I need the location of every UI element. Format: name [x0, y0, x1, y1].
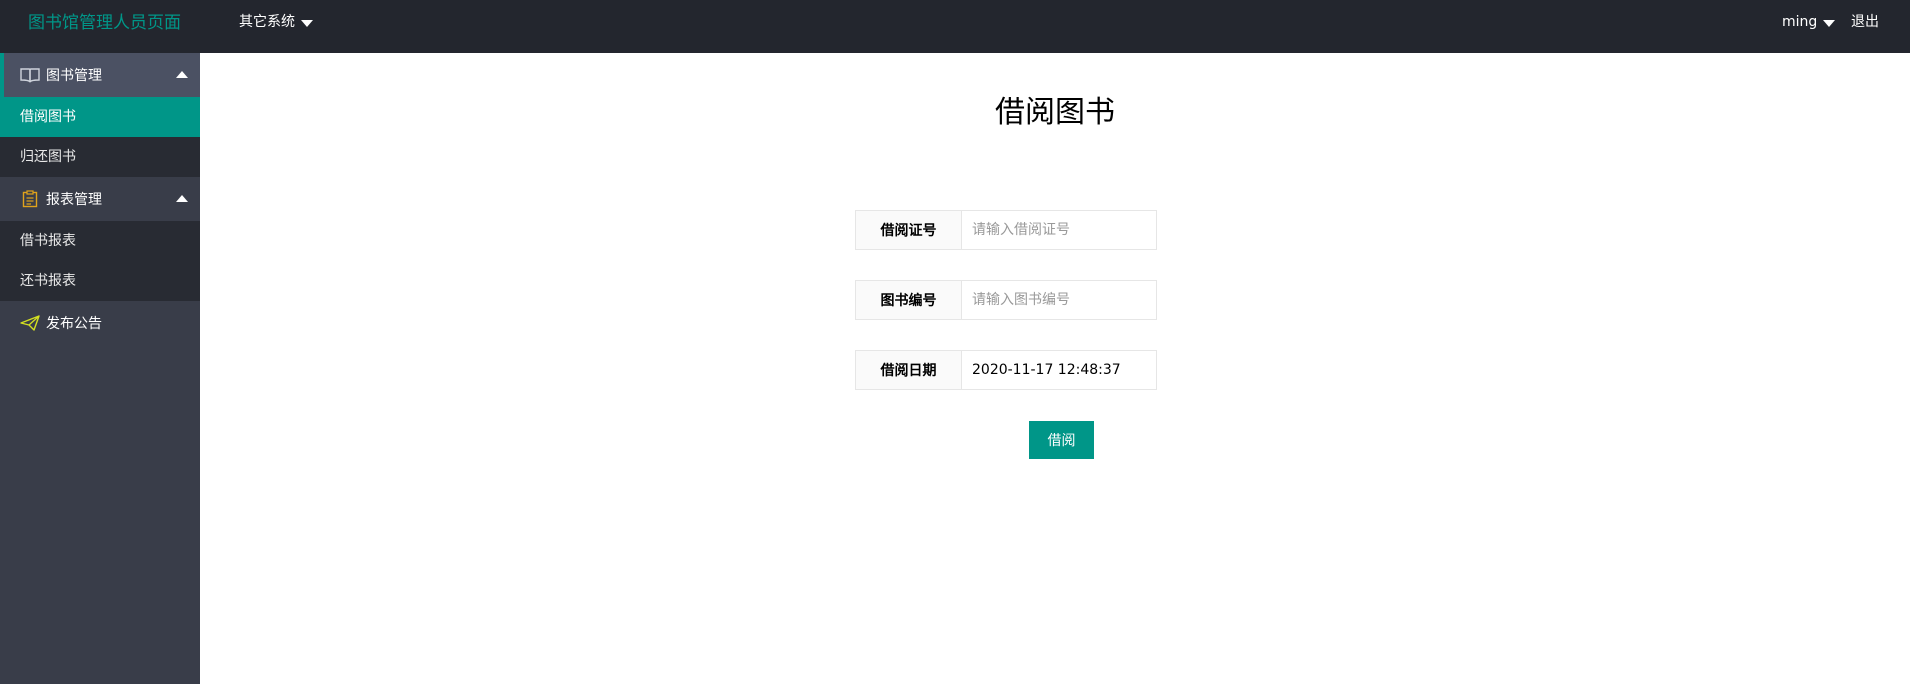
book-number-label: 图书编号: [856, 281, 962, 319]
other-system-label: 其它系统: [239, 14, 295, 30]
borrow-date-input[interactable]: [962, 351, 1156, 389]
sidebar-item-return-book[interactable]: 归还图书: [0, 137, 200, 177]
book-number-input[interactable]: [962, 281, 1156, 319]
sidebar-item-label: 发布公告: [46, 316, 102, 332]
sidebar-item-borrow-report[interactable]: 借书报表: [0, 221, 200, 261]
borrow-submit-button[interactable]: 借阅: [1029, 421, 1094, 459]
sidebar-item-return-report[interactable]: 还书报表: [0, 261, 200, 301]
submenu-report-management: 借书报表 还书报表: [0, 221, 200, 301]
username: ming: [1782, 14, 1818, 30]
book-icon: [20, 66, 40, 84]
sidebar-group-book-management[interactable]: 图书管理: [0, 53, 200, 97]
user-menu[interactable]: ming: [1782, 0, 1836, 45]
form-row-borrow-date: 借阅日期: [855, 350, 1157, 390]
main-content: 借阅图书 借阅证号 图书编号 借阅日期 借阅: [200, 53, 1910, 684]
top-header: 图书馆管理人员页面 其它系统 ming 退出: [0, 0, 1910, 53]
submenu-book-management: 借阅图书 归还图书: [0, 97, 200, 177]
borrow-date-label: 借阅日期: [856, 351, 962, 389]
sidebar-group-label: 报表管理: [46, 192, 102, 208]
chevron-down-icon: [1823, 20, 1836, 27]
form-row-card-number: 借阅证号: [855, 210, 1157, 250]
chevron-up-icon: [176, 195, 188, 202]
app-logo[interactable]: 图书馆管理人员页面: [28, 0, 181, 47]
other-system-menu[interactable]: 其它系统: [239, 0, 313, 45]
sidebar-group-label: 图书管理: [46, 68, 102, 84]
chevron-down-icon: [301, 20, 313, 27]
card-number-label: 借阅证号: [856, 211, 962, 249]
sidebar: 图书管理 借阅图书 归还图书 报表管理 借书报表 还书报表 发布公告: [0, 53, 200, 684]
clipboard-icon: [20, 190, 40, 208]
card-number-input[interactable]: [962, 211, 1156, 249]
sidebar-item-borrow-book[interactable]: 借阅图书: [0, 97, 200, 137]
sidebar-group-report-management[interactable]: 报表管理: [0, 177, 200, 221]
page-title: 借阅图书: [995, 95, 1115, 130]
paper-plane-icon: [20, 314, 40, 332]
form-row-book-number: 图书编号: [855, 280, 1157, 320]
logout-link[interactable]: 退出: [1851, 0, 1879, 45]
chevron-up-icon: [176, 71, 188, 78]
sidebar-item-publish-notice[interactable]: 发布公告: [0, 301, 200, 345]
